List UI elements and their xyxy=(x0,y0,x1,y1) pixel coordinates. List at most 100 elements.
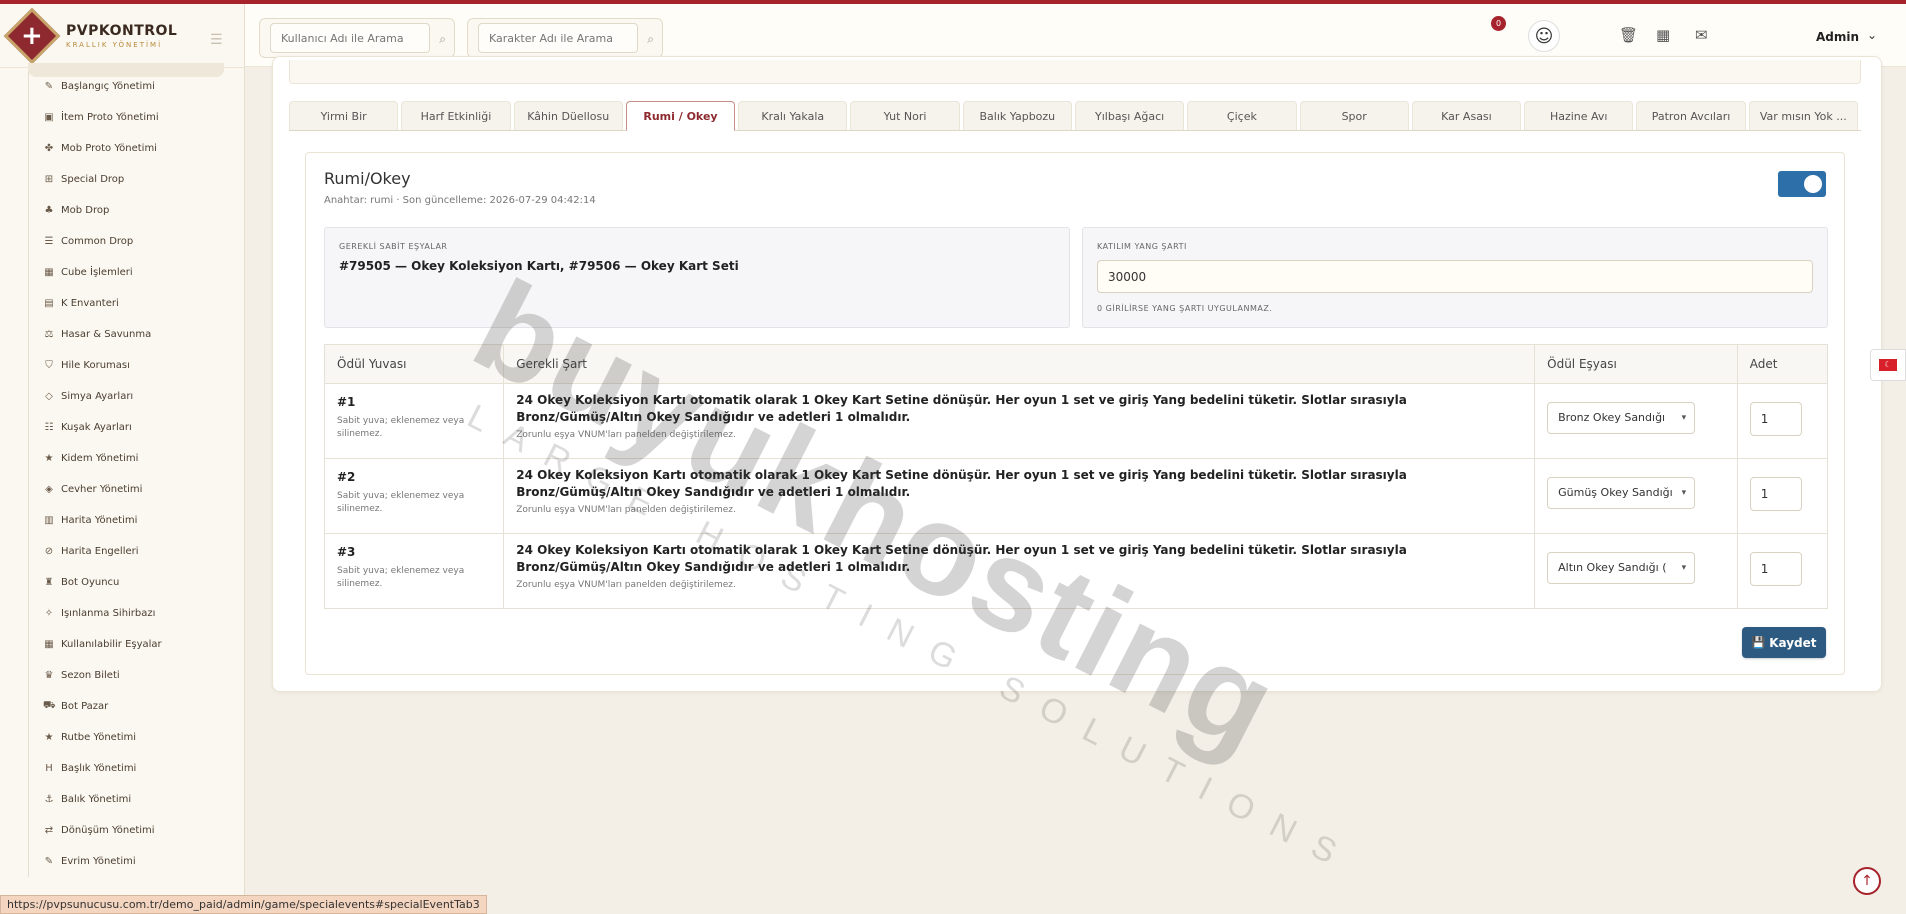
sidebar-item[interactable]: ✎ Evrim Yönetimi xyxy=(28,846,244,877)
wand-icon: ✎ xyxy=(44,856,54,867)
menu-toggle-icon[interactable]: ☰ xyxy=(210,32,226,48)
sidebar-item[interactable]: ⛟ Bot Pazar xyxy=(28,691,244,722)
quantity-input[interactable]: 1 xyxy=(1749,402,1802,436)
quantity-input[interactable]: 1 xyxy=(1749,552,1802,586)
sidebar-item[interactable]: H Başlık Yönetimi xyxy=(28,753,244,784)
event-enabled-toggle[interactable] xyxy=(1778,171,1826,197)
tab-event[interactable]: Kralı Yakala xyxy=(738,101,848,130)
tab-event[interactable]: Çiçek xyxy=(1187,101,1297,130)
sidebar-item[interactable]: ◇ Simya Ayarları xyxy=(28,381,244,412)
sidebar-item[interactable]: ✧ Işınlanma Sihirbazı xyxy=(28,598,244,629)
yang-requirement-input[interactable] xyxy=(1097,260,1813,293)
sidebar-item[interactable]: ▦ Cube İşlemleri xyxy=(28,257,244,288)
tab-event[interactable]: Yut Nori xyxy=(850,101,960,130)
cube-icon: ▦ xyxy=(44,267,54,278)
sidebar-item[interactable]: ✤ Mob Proto Yönetimi xyxy=(28,133,244,164)
trash-icon[interactable]: 🗑 xyxy=(1619,26,1638,44)
mail-icon[interactable]: ✉ xyxy=(1695,26,1708,44)
tab-event[interactable]: Yirmi Bir xyxy=(289,101,399,130)
slot-number: #1 xyxy=(337,395,356,409)
sliders-icon: ☷ xyxy=(44,422,54,433)
sidebar-item[interactable]: ⊞ Special Drop xyxy=(28,164,244,195)
user-name[interactable]: Admin xyxy=(1816,30,1859,44)
sidebar-item-label: Bot Pazar xyxy=(61,701,109,712)
sidebar-item[interactable]: ★ Kidem Yönetimi xyxy=(28,443,244,474)
sidebar-item[interactable]: ◈ Cevher Yönetimi xyxy=(28,474,244,505)
tab-event[interactable]: Rumi / Okey xyxy=(625,101,736,131)
reward-item-select[interactable]: Altın Okey Sandığı (▾ xyxy=(1547,552,1696,584)
logo-icon: + xyxy=(3,7,61,64)
item-cell: Gümüş Okey Sandığı ▾ xyxy=(1534,458,1738,534)
sidebar-item[interactable]: ⊘ Harita Engelleri xyxy=(28,536,244,567)
condition-text: 24 Okey Koleksiyon Kartı otomatik olarak… xyxy=(516,543,1407,575)
sidebar-item[interactable]: ▥ Harita Yönetimi xyxy=(28,505,244,536)
slot-note: Sabit yuva; eklenemez veya silinemez. xyxy=(337,491,465,514)
sidebar-item-label: Kuşak Ayarları xyxy=(61,422,132,433)
sidebar-item[interactable]: ▦ Kullanılabilir Eşyalar xyxy=(28,629,244,660)
sidebar-item-label: K Envanteri xyxy=(61,298,119,309)
sidebar-item[interactable]: ☷ Kuşak Ayarları xyxy=(28,412,244,443)
sidebar-item[interactable]: ⚓ Balık Yönetimi xyxy=(28,784,244,815)
tab-event[interactable]: Patron Avcıları xyxy=(1636,101,1746,130)
character-search-input[interactable] xyxy=(478,23,638,53)
tab-event[interactable]: Harf Etkinliği xyxy=(401,101,511,130)
tab-event[interactable]: Balık Yapbozu xyxy=(962,101,1072,130)
sidebar-item[interactable]: ⚖ Hasar & Savunma xyxy=(28,319,244,350)
star-icon: ★ xyxy=(44,732,54,743)
gem-icon: ◇ xyxy=(45,391,53,402)
reward-item-select[interactable]: Bronz Okey Sandığı ▾ xyxy=(1547,402,1696,434)
turkey-flag-icon: ☾ xyxy=(1879,359,1897,371)
sidebar-item[interactable]: ★ Rutbe Yönetimi xyxy=(28,722,244,753)
brand-logo[interactable]: + PVPKONTROL KRALLIK YÖNETİMİ xyxy=(0,4,244,68)
save-button-label: Kaydet xyxy=(1769,635,1817,650)
sidebar-item[interactable]: ⇄ Dönüşüm Yönetimi xyxy=(28,815,244,846)
tab-event[interactable]: Hazine Avı xyxy=(1524,101,1634,130)
sidebar-item[interactable]: ♛ Sezon Bileti xyxy=(28,660,244,691)
qty-cell: 1 xyxy=(1736,458,1829,534)
sidebar-item-label: Balık Yönetimi xyxy=(61,794,132,805)
magic-icon: ✧ xyxy=(44,608,54,619)
avatar[interactable]: ☺ xyxy=(1528,20,1560,52)
sidebar-item[interactable]: ♜ Bot Oyuncu xyxy=(28,567,244,598)
tab-event[interactable]: Kâhin Düellosu xyxy=(513,101,623,130)
sidebar-item[interactable]: ▣ İtem Proto Yönetimi xyxy=(28,102,244,133)
tab-event[interactable]: Kar Asası xyxy=(1411,101,1522,130)
sidebar-item-label: Başlangıç Yönetimi xyxy=(61,81,155,92)
condition-text: 24 Okey Koleksiyon Kartı otomatik olarak… xyxy=(516,393,1407,425)
sidebar-item-label: Hile Koruması xyxy=(61,360,130,371)
user-search-input[interactable] xyxy=(270,23,430,53)
chevron-down-icon: ▾ xyxy=(1677,553,1687,583)
tab-event[interactable]: Yılbaşı Ağacı xyxy=(1074,101,1185,130)
item-cell: Bronz Okey Sandığı ▾ xyxy=(1534,383,1738,459)
save-button[interactable]: 💾 Kaydet xyxy=(1742,627,1826,658)
reward-item-select[interactable]: Gümüş Okey Sandığı ▾ xyxy=(1547,477,1696,509)
sidebar-item-label: Kidem Yönetimi xyxy=(61,453,139,464)
column-header-item: Ödül Eşyası xyxy=(1534,344,1738,384)
sidebar-item[interactable]: ♣ Mob Drop xyxy=(28,195,244,226)
search-icon[interactable]: ⌕ xyxy=(439,32,446,47)
quantity-input[interactable]: 1 xyxy=(1749,477,1802,511)
search-icon[interactable]: ⌕ xyxy=(647,32,654,47)
sidebar-item[interactable]: ▤ K Envanteri xyxy=(28,288,244,319)
sidebar-item-label: Işınlanma Sihirbazı xyxy=(61,608,156,619)
qty-cell: 1 xyxy=(1736,533,1829,609)
tab-event[interactable]: Var mısın Yok ... xyxy=(1748,101,1858,130)
required-items-label: GEREKLİ SABİT EŞYALAR xyxy=(339,242,448,251)
sidebar-menu: ✎ Başlangıç Yönetimi ▣ İtem Proto Yönetimi ✤… xyxy=(0,63,244,877)
sidebar-item-label: Mob Drop xyxy=(61,205,110,216)
sidebar-item[interactable]: ☰ Common Drop xyxy=(28,226,244,257)
sidebar-item[interactable]: ✎ Başlangıç Yönetimi xyxy=(28,71,244,102)
chevron-down-icon[interactable]: ⌄ xyxy=(1867,28,1877,42)
language-flag-button[interactable]: ☾ xyxy=(1870,349,1906,381)
condition-text: 24 Okey Koleksiyon Kartı otomatik olarak… xyxy=(516,468,1407,500)
sidebar-item-label: Harita Yönetimi xyxy=(61,515,138,526)
ghost-icon: ♣ xyxy=(44,205,54,216)
yang-requirement-box: KATILIM YANG ŞARTI 0 GİRİLİRSE YANG ŞART… xyxy=(1082,227,1828,328)
slot-cell: #3 Sabit yuva; eklenemez veya silinemez. xyxy=(323,533,505,609)
notification-badge: 0 xyxy=(1491,16,1506,31)
calendar-icon[interactable]: ▦ xyxy=(1656,26,1670,44)
sidebar-item-label: Common Drop xyxy=(61,236,134,247)
tab-event[interactable]: Spor xyxy=(1299,101,1409,130)
scroll-top-button[interactable]: ↑ xyxy=(1853,867,1881,895)
sidebar-item[interactable]: ⛉ Hile Koruması xyxy=(28,350,244,381)
